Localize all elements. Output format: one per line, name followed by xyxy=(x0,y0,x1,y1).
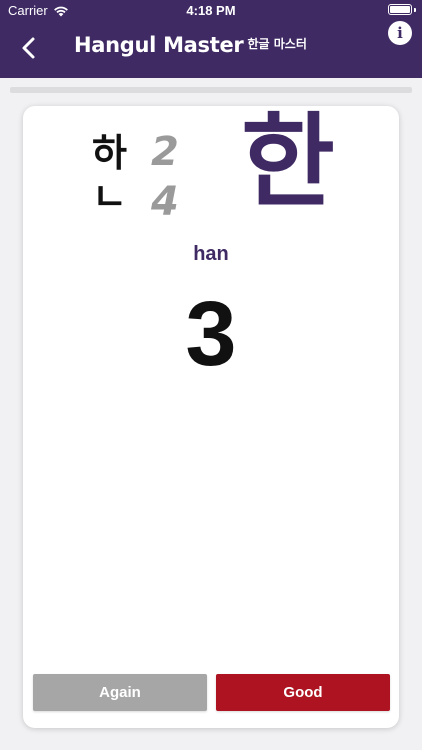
jamo-stroke-count: 2 xyxy=(151,129,179,175)
battery-level xyxy=(390,6,410,13)
battery-tip xyxy=(414,8,416,12)
flashcard: 하 2 ㄴ 4 한 han 3 Again Good xyxy=(23,106,399,728)
back-button[interactable] xyxy=(18,36,42,60)
jamo-stroke-count: 4 xyxy=(151,179,179,225)
answer-number: 3 xyxy=(185,283,237,385)
status-time: 4:18 PM xyxy=(186,3,236,18)
info-button[interactable]: i xyxy=(388,21,412,45)
romanization: han xyxy=(193,243,229,265)
status-bar: Carrier 4:18 PM xyxy=(0,0,422,22)
progress-bar xyxy=(10,87,412,93)
app-title: Hangul Master xyxy=(74,33,244,57)
jamo-component: ㄴ xyxy=(92,175,127,219)
app-header: Carrier 4:18 PM Hangul Master 한글 마스터 i xyxy=(0,0,422,78)
app-subtitle: 한글 마스터 xyxy=(247,37,307,51)
info-icon: i xyxy=(397,23,403,42)
hangul-syllable: 한 xyxy=(241,103,335,222)
battery-icon xyxy=(388,4,412,15)
jamo-component: 하 xyxy=(92,131,127,175)
again-button[interactable]: Again xyxy=(33,674,207,711)
chevron-left-icon xyxy=(22,37,35,59)
page-title: Hangul Master 한글 마스터 xyxy=(74,33,307,57)
good-button[interactable]: Good xyxy=(216,674,390,711)
